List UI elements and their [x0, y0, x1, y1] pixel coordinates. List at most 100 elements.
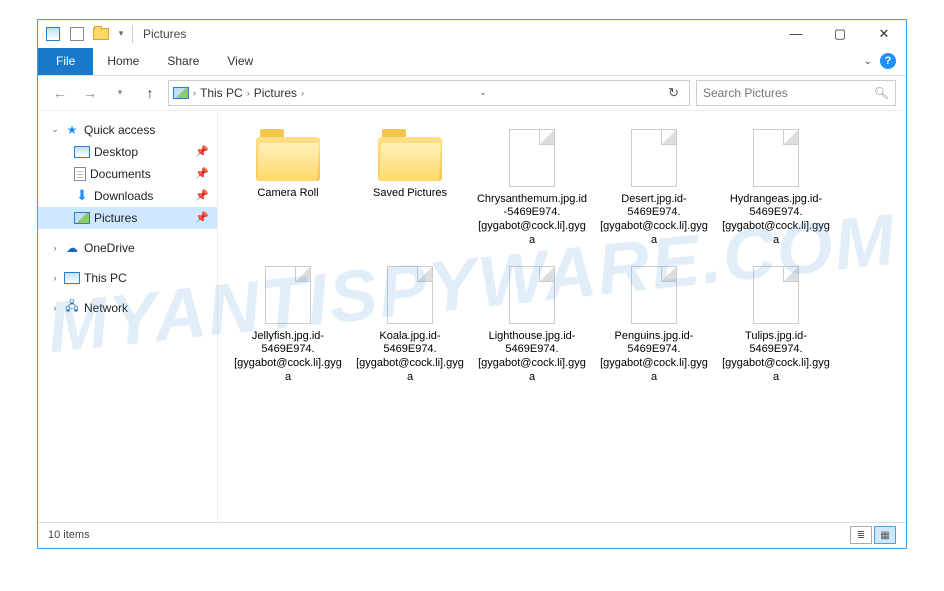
file-item[interactable]: Lighthouse.jpg.id-5469E974.[gygabot@cock… [472, 262, 592, 389]
view-icons-button[interactable]: ▦ [874, 526, 896, 544]
cloud-icon: ☁ [64, 241, 80, 255]
item-label: Saved Pictures [373, 187, 447, 201]
back-button[interactable]: ← [48, 81, 72, 105]
item-label: Chrysanthemum.jpg.id-5469E974.[gygabot@c… [476, 193, 588, 248]
navigation-bar: ← → ▾ ↑ › This PC › Pictures › ⌄ ↻ 🔍︎ [38, 76, 906, 110]
tree-pictures[interactable]: Pictures 📌 [38, 207, 217, 229]
file-icon [509, 129, 555, 187]
chevron-right-icon: › [301, 88, 304, 98]
tree-downloads[interactable]: ⬇ Downloads 📌 [38, 185, 217, 207]
tree-label: Desktop [94, 145, 138, 159]
maximize-button[interactable]: ▢ [818, 20, 862, 48]
pin-icon: 📌 [195, 211, 209, 224]
expand-icon[interactable]: › [50, 303, 60, 313]
file-icon [753, 129, 799, 187]
title-bar: ▾ Pictures — ▢ ✕ [38, 20, 906, 48]
breadcrumb-this-pc[interactable]: This PC [200, 86, 243, 100]
ribbon-tab-view[interactable]: View [213, 48, 267, 75]
up-button[interactable]: ↑ [138, 81, 162, 105]
file-item[interactable]: Tulips.jpg.id-5469E974.[gygabot@cock.li]… [716, 262, 836, 389]
tree-desktop[interactable]: Desktop 📌 [38, 141, 217, 163]
forward-button[interactable]: → [78, 81, 102, 105]
folder-item[interactable]: Saved Pictures [350, 125, 470, 252]
qat-dropdown[interactable]: ▾ [114, 23, 128, 45]
monitor-icon [64, 272, 80, 284]
breadcrumb-pictures[interactable]: Pictures [254, 86, 297, 100]
help-icon[interactable]: ? [880, 53, 896, 69]
item-label: Koala.jpg.id-5469E974.[gygabot@cock.li].… [354, 330, 466, 385]
tree-label: OneDrive [84, 241, 135, 255]
ribbon-expand-icon[interactable]: ⌄ [864, 56, 872, 67]
item-label: Lighthouse.jpg.id-5469E974.[gygabot@cock… [476, 330, 588, 385]
pin-icon: 📌 [195, 189, 209, 202]
file-icon [753, 266, 799, 324]
folder-item[interactable]: Camera Roll [228, 125, 348, 252]
folder-icon [378, 129, 442, 181]
search-box[interactable]: 🔍︎ [696, 80, 896, 106]
tree-network[interactable]: › 🖧 Network [38, 297, 217, 319]
items-view[interactable]: Camera Roll Saved Pictures Chrysanthemum.j… [218, 111, 906, 522]
minimize-button[interactable]: — [774, 20, 818, 48]
ribbon-tabs: File Home Share View ⌄ ? [38, 48, 906, 76]
close-button[interactable]: ✕ [862, 20, 906, 48]
explorer-icon [42, 23, 64, 45]
document-icon [74, 167, 86, 181]
file-item[interactable]: Koala.jpg.id-5469E974.[gygabot@cock.li].… [350, 262, 470, 389]
tree-label: Downloads [94, 189, 153, 203]
quick-access-toolbar: ▾ [42, 23, 128, 45]
expand-icon[interactable]: › [50, 243, 60, 253]
pin-icon: 📌 [195, 167, 209, 180]
expand-icon[interactable]: › [50, 273, 60, 283]
pin-icon: 📌 [195, 145, 209, 158]
file-item[interactable]: Desert.jpg.id-5469E974.[gygabot@cock.li]… [594, 125, 714, 252]
status-bar: 10 items ≣ ▦ [38, 522, 906, 548]
address-dropdown[interactable]: ⌄ [473, 87, 493, 98]
tree-this-pc[interactable]: › This PC [38, 267, 217, 289]
search-input[interactable] [703, 86, 874, 100]
network-icon: 🖧 [64, 301, 80, 315]
tree-onedrive[interactable]: › ☁ OneDrive [38, 237, 217, 259]
explorer-window: ▾ Pictures — ▢ ✕ File Home Share View ⌄ … [37, 19, 907, 549]
refresh-button[interactable]: ↻ [662, 85, 685, 101]
file-item[interactable]: Hydrangeas.jpg.id-5469E974.[gygabot@cock… [716, 125, 836, 252]
view-details-button[interactable]: ≣ [850, 526, 872, 544]
file-icon [387, 266, 433, 324]
tree-label: Quick access [84, 123, 155, 137]
tree-documents[interactable]: Documents 📌 [38, 163, 217, 185]
recent-locations-button[interactable]: ▾ [108, 81, 132, 105]
star-icon: ★ [64, 123, 80, 137]
chevron-right-icon: › [193, 88, 196, 98]
download-icon: ⬇ [74, 189, 90, 203]
collapse-icon[interactable]: ⌄ [50, 124, 60, 135]
tree-label: Documents [90, 167, 151, 181]
search-icon: 🔍︎ [874, 86, 889, 100]
file-icon [509, 266, 555, 324]
location-icon [173, 87, 189, 99]
file-item[interactable]: Chrysanthemum.jpg.id-5469E974.[gygabot@c… [472, 125, 592, 252]
ribbon-tab-file[interactable]: File [38, 48, 93, 75]
tree-label: This PC [84, 271, 127, 285]
file-icon [631, 266, 677, 324]
ribbon-tab-home[interactable]: Home [93, 48, 153, 75]
qat-properties[interactable] [66, 23, 88, 45]
address-bar[interactable]: › This PC › Pictures › ⌄ ↻ [168, 80, 690, 106]
file-item[interactable]: Jellyfish.jpg.id-5469E974.[gygabot@cock.… [228, 262, 348, 389]
navigation-pane: ⌄ ★ Quick access Desktop 📌 Documents 📌 ⬇… [38, 111, 218, 522]
tree-label: Pictures [94, 211, 137, 225]
window-title: Pictures [143, 27, 186, 41]
qat-new-folder[interactable] [90, 23, 112, 45]
desktop-icon [74, 146, 90, 158]
item-label: Penguins.jpg.id-5469E974.[gygabot@cock.l… [598, 330, 710, 385]
item-label: Jellyfish.jpg.id-5469E974.[gygabot@cock.… [232, 330, 344, 385]
chevron-right-icon: › [247, 88, 250, 98]
item-label: Tulips.jpg.id-5469E974.[gygabot@cock.li]… [720, 330, 832, 385]
ribbon-tab-share[interactable]: Share [153, 48, 213, 75]
pictures-icon [74, 212, 90, 224]
item-label: Hydrangeas.jpg.id-5469E974.[gygabot@cock… [720, 193, 832, 248]
item-count: 10 items [48, 529, 90, 541]
tree-quick-access[interactable]: ⌄ ★ Quick access [38, 119, 217, 141]
item-label: Desert.jpg.id-5469E974.[gygabot@cock.li]… [598, 193, 710, 248]
file-item[interactable]: Penguins.jpg.id-5469E974.[gygabot@cock.l… [594, 262, 714, 389]
folder-icon [256, 129, 320, 181]
file-icon [265, 266, 311, 324]
